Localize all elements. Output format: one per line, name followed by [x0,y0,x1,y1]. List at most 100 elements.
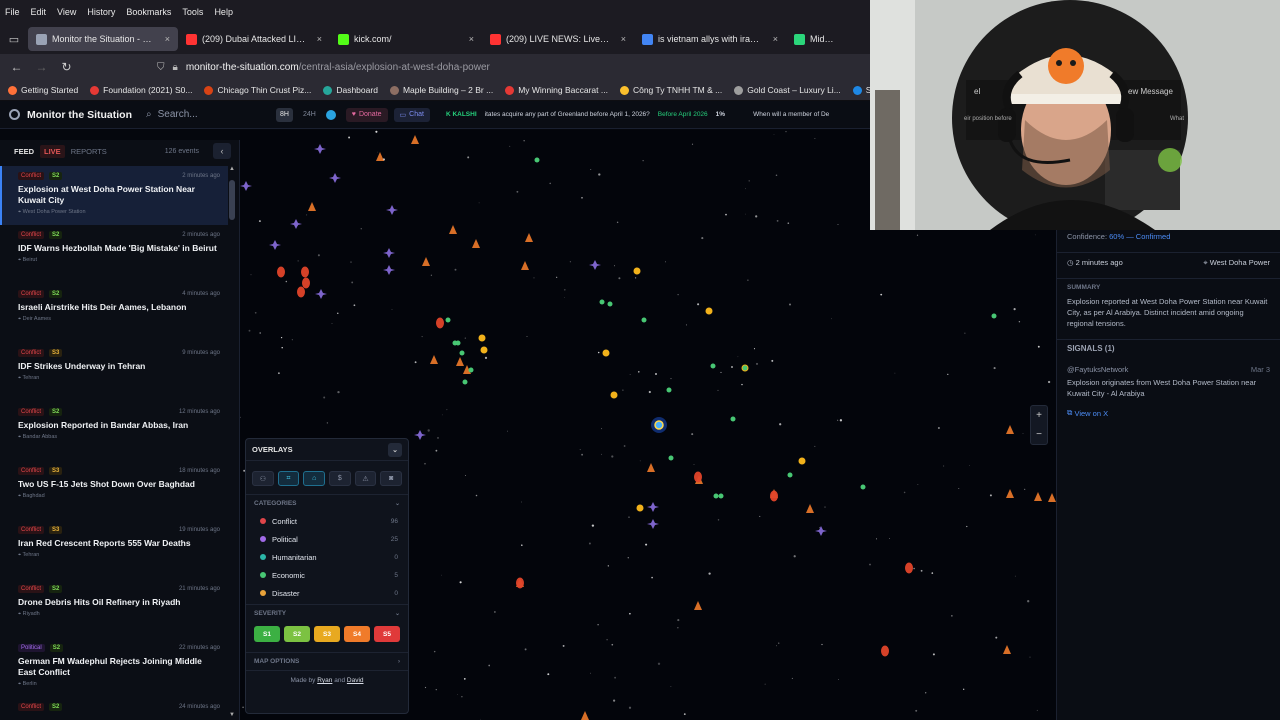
conflict-marker-icon[interactable] [1003,645,1011,654]
bookmark-item[interactable]: Gold Coast – Luxury Li... [734,85,841,95]
severity-filter-s1[interactable]: S1 [254,626,280,642]
incident-marker-icon[interactable] [277,266,285,278]
view-on-x-link[interactable]: ⧉ View on X [1057,405,1280,421]
feed-item[interactable]: Conflict S3 19 minutes ago Iran Red Crescen… [0,520,228,579]
close-tab-icon[interactable]: × [769,34,778,44]
disaster-marker-icon[interactable] [633,267,641,275]
severity-filter-s2[interactable]: S2 [284,626,310,642]
disaster-marker-icon[interactable] [602,349,610,357]
political-marker-icon[interactable] [383,265,395,275]
browser-tab-4[interactable]: is vietnam allys with iran - Goo × [634,27,786,51]
economic-marker-icon[interactable] [666,387,672,393]
conflict-marker-icon[interactable] [1048,493,1056,502]
bookmark-item[interactable]: Công Ty TNHH TM & ... [619,85,722,95]
collapse-overlays-icon[interactable]: ⌄ [388,442,402,457]
scroll-thumb[interactable] [229,180,235,220]
range-8h-button[interactable]: 8H [276,107,293,122]
economic-marker-icon[interactable] [860,484,866,490]
political-marker-icon[interactable] [383,248,395,258]
political-marker-icon[interactable] [414,430,426,440]
economic-marker-icon[interactable] [713,493,719,499]
category-filter-humanitarian[interactable]: Humanitarian 0 [246,548,408,566]
category-filter-conflict[interactable]: Conflict 96 [246,512,408,530]
feed-item[interactable]: Conflict S2 24 minutes ago [0,697,228,720]
disaster-marker-icon[interactable] [478,334,486,342]
scroll-down-icon[interactable]: ▼ [228,712,236,718]
events-layer-icon[interactable]: ⌗ [277,471,300,486]
conflict-marker-icon[interactable] [694,601,702,610]
bookmark-item[interactable]: Maple Building – 2 Br ... [389,85,493,95]
incident-marker-icon[interactable] [881,645,889,657]
donate-button[interactable]: ♥ Donate [345,107,388,122]
feed-item[interactable]: Conflict S3 18 minutes ago Two US F-15 Jets… [0,461,228,520]
category-filter-disaster[interactable]: Disaster 0 [246,584,408,602]
disaster-marker-icon[interactable] [705,307,713,315]
economic-marker-icon[interactable] [718,493,724,499]
political-marker-icon[interactable] [647,519,659,529]
conflict-marker-icon[interactable] [521,261,529,270]
political-marker-icon[interactable] [315,289,327,299]
economic-marker-icon[interactable] [991,313,997,319]
economic-marker-icon[interactable] [462,379,468,385]
economic-marker-icon[interactable] [599,299,605,305]
economic-marker-icon[interactable] [730,416,736,422]
severity-filter-s4[interactable]: S4 [344,626,370,642]
economic-marker-icon[interactable] [787,472,793,478]
conflict-marker-icon[interactable] [376,152,384,161]
zoom-in-icon[interactable]: + [1036,410,1042,421]
conflict-marker-icon[interactable] [581,711,589,720]
bookmark-item[interactable]: Foundation (2021) S0... [90,85,192,95]
menu-tools[interactable]: Tools [182,7,203,17]
browser-tab-3[interactable]: (209) LIVE NEWS: LiveNOW × [482,27,634,51]
map-options-section[interactable]: MAP OPTIONS › [246,652,408,670]
conflict-marker-icon[interactable] [806,504,814,513]
tab-reports[interactable]: REPORTS [71,147,107,156]
finance-layer-icon[interactable]: $ [329,471,351,486]
author-link-david[interactable]: David [347,677,364,684]
severity-section[interactable]: SEVERITY ⌄ [246,604,408,622]
scroll-up-icon[interactable]: ▲ [228,166,236,172]
feed-item[interactable]: Conflict S2 21 minutes ago Drone Debris Hit… [0,579,228,638]
bookmark-item[interactable]: Getting Started [8,85,78,95]
conflict-marker-icon[interactable] [308,202,316,211]
conflict-marker-icon[interactable] [430,355,438,364]
search-input[interactable]: ⌕ Search... [146,109,276,120]
people-layer-icon[interactable]: ⚇ [252,471,274,486]
app-brand[interactable]: Monitor the Situation [0,109,146,121]
browser-tab-2[interactable]: kick.com/ × [330,27,482,51]
conflict-marker-icon[interactable] [472,239,480,248]
incident-marker-icon[interactable] [297,286,305,298]
feed-item[interactable]: Conflict S2 4 minutes ago Israeli Airstrike… [0,284,228,343]
bases-layer-icon[interactable]: ⌂ [303,471,326,486]
conflict-marker-icon[interactable] [456,357,464,366]
severity-filter-s3[interactable]: S3 [314,626,340,642]
political-marker-icon[interactable] [314,144,326,154]
incident-marker-icon[interactable] [301,266,309,278]
browser-tab-5[interactable]: Middle East [786,27,846,51]
political-marker-icon[interactable] [329,173,341,183]
feed-item[interactable]: Conflict S3 9 minutes ago IDF Strikes Under… [0,343,228,402]
bookmark-item[interactable]: Dashboard [323,85,378,95]
conflict-marker-icon[interactable] [449,225,457,234]
economic-marker-icon[interactable] [641,317,647,323]
tab-overview-icon[interactable]: ▭ [0,24,28,54]
menu-history[interactable]: History [87,7,115,17]
political-marker-icon[interactable] [386,205,398,215]
signal-user[interactable]: @FaytuksNetwork [1067,365,1128,374]
economic-marker-icon[interactable] [607,301,613,307]
political-marker-icon[interactable] [269,240,281,250]
feed-item[interactable]: Political S2 22 minutes ago German FM Wadep… [0,638,228,697]
incident-marker-icon[interactable] [770,490,778,502]
incident-marker-icon[interactable] [302,277,310,289]
disaster-marker-icon[interactable] [798,457,806,465]
severity-filter-s5[interactable]: S5 [374,626,400,642]
feed-scrollbar[interactable]: ▲ ▼ [228,166,236,720]
conflict-marker-icon[interactable] [647,463,655,472]
bookmark-item[interactable]: Sign in - Dream [852,85,870,95]
incident-marker-icon[interactable] [905,562,913,574]
author-link-ryan[interactable]: Ryan [317,677,332,684]
political-marker-icon[interactable] [647,502,659,512]
category-filter-political[interactable]: Political 25 [246,530,408,548]
conflict-marker-icon[interactable] [422,257,430,266]
close-tab-icon[interactable]: × [617,34,626,44]
